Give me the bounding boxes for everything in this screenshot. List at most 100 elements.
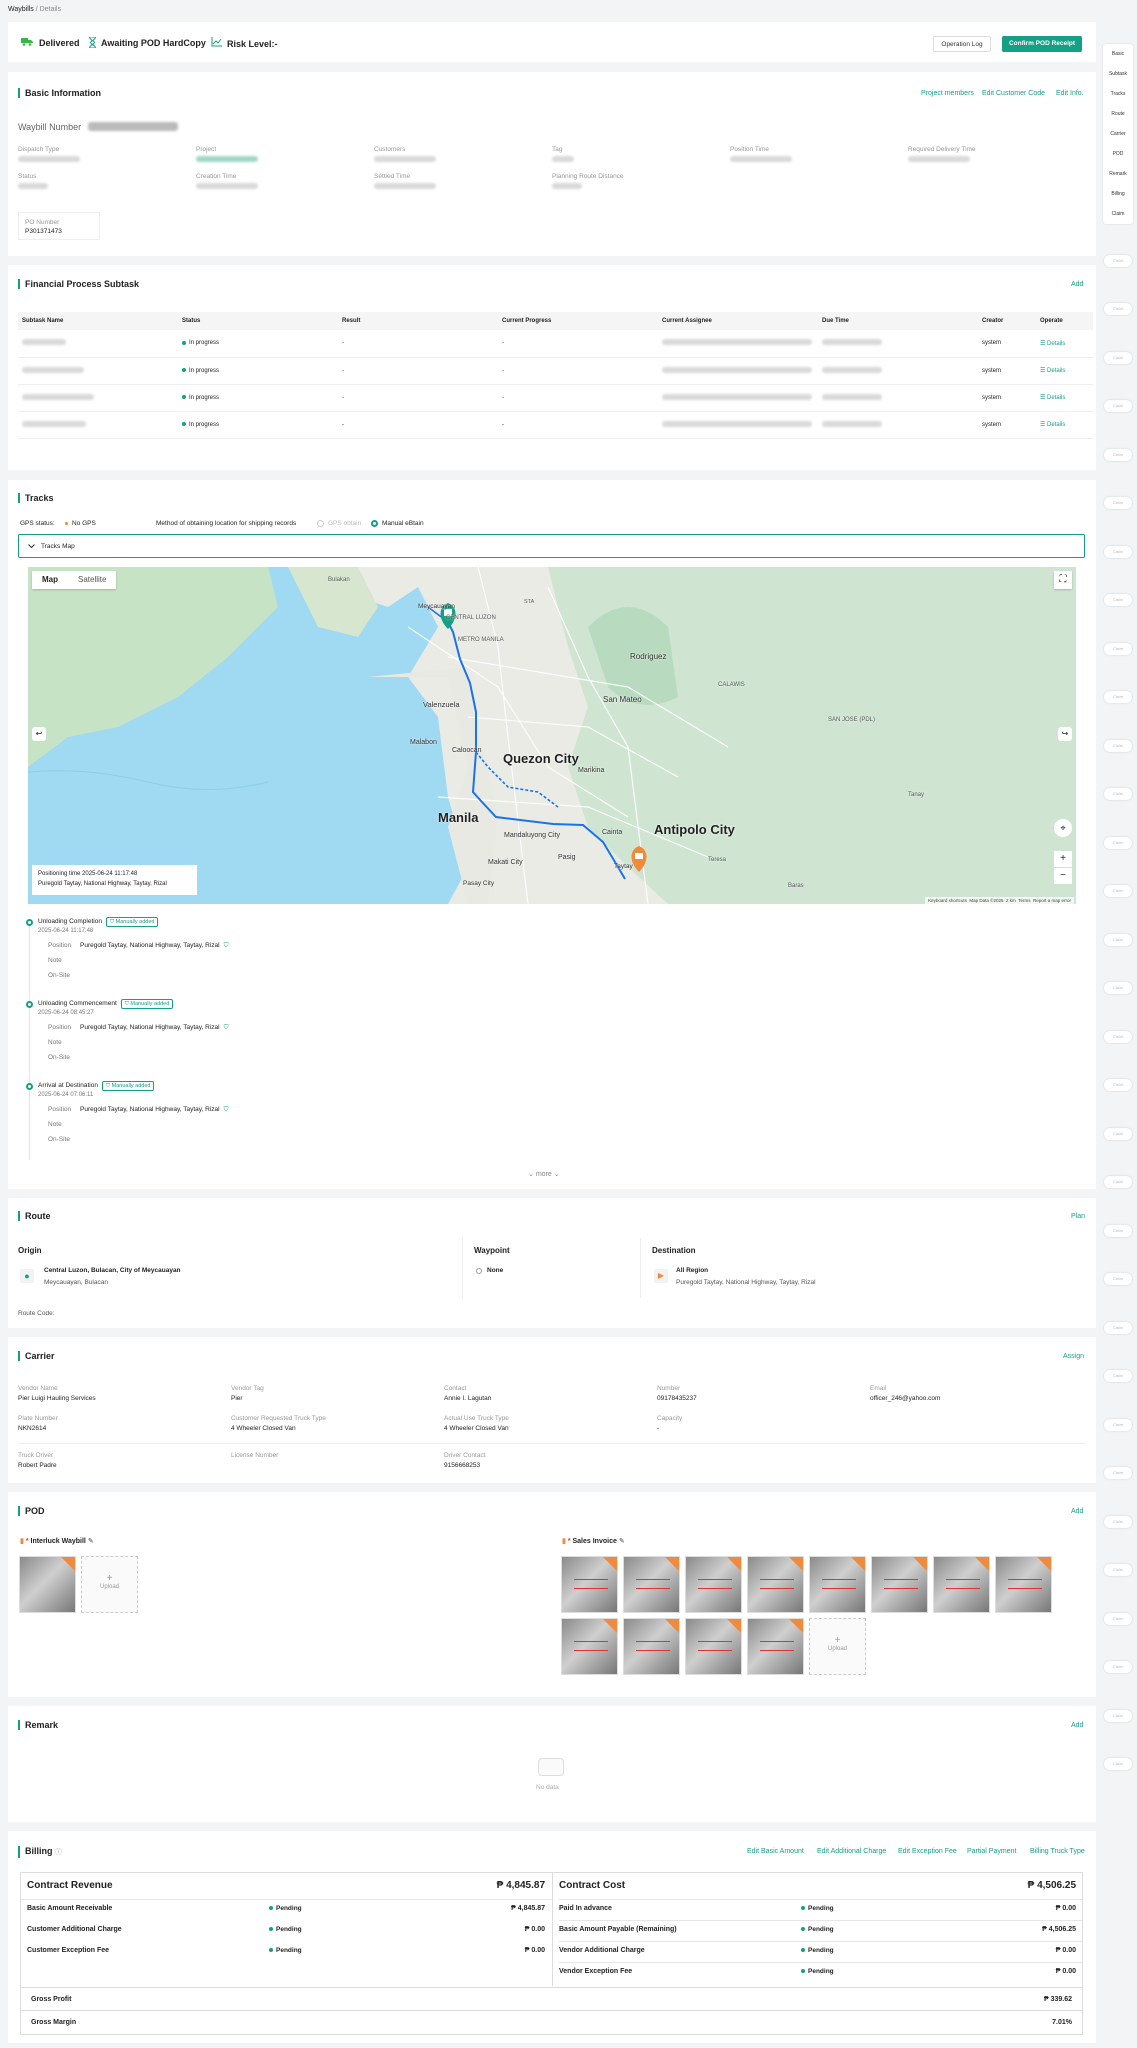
nav-pod[interactable]: POD — [1103, 144, 1133, 164]
claim-pill[interactable]: Claim — [1104, 934, 1132, 946]
edit-exception-fee-link[interactable]: Edit Exception Fee — [898, 1848, 957, 1855]
edit-icon[interactable]: ✎ — [619, 1538, 625, 1545]
claim-pill[interactable]: Claim — [1104, 1467, 1132, 1479]
plan-link[interactable]: Plan — [1071, 1213, 1085, 1220]
details-icon: ☰ — [1040, 422, 1048, 428]
nav-claim[interactable]: Claim — [1103, 204, 1133, 224]
pod-image-thumbnail[interactable] — [623, 1556, 680, 1613]
claim-pill[interactable]: Claim — [1104, 1370, 1132, 1382]
claim-pill[interactable]: Claim — [1104, 497, 1132, 509]
tracks-map-toggle[interactable]: Tracks Map — [18, 534, 1085, 558]
add-subtask-link[interactable]: Add — [1071, 281, 1083, 288]
claim-pill[interactable]: Claim — [1104, 1613, 1132, 1625]
map-arrow-left-icon[interactable]: ↩ — [32, 727, 46, 741]
add-remark-link[interactable]: Add — [1071, 1722, 1083, 1729]
claim-pill[interactable]: Claim — [1104, 643, 1132, 655]
claim-pill[interactable]: Claim — [1104, 449, 1132, 461]
edit-customer-code-link[interactable]: Edit Customer Code — [982, 90, 1045, 97]
billing-truck-type-link[interactable]: Billing Truck Type — [1030, 1848, 1085, 1855]
show-more-button[interactable]: ⌄ more ⌄ — [528, 1170, 560, 1178]
claim-pill[interactable]: Claim — [1104, 982, 1132, 994]
claim-pill[interactable]: Claim — [1104, 1176, 1132, 1188]
zoom-out-button[interactable]: − — [1054, 868, 1072, 884]
details-link[interactable]: ☰ Details — [1036, 357, 1093, 385]
nav-route[interactable]: Route — [1103, 104, 1133, 124]
gps-obtain-radio[interactable] — [317, 520, 324, 527]
claim-pill[interactable]: Claim — [1104, 546, 1132, 558]
claim-pill[interactable]: Claim — [1104, 255, 1132, 267]
edit-info-link[interactable]: Edit Info. — [1056, 90, 1084, 97]
upload-button[interactable]: + Upload — [81, 1556, 138, 1613]
edit-additional-charge-link[interactable]: Edit Additional Charge — [817, 1848, 886, 1855]
details-link[interactable]: ☰ Details — [1036, 384, 1093, 412]
claim-pill[interactable]: Claim — [1104, 788, 1132, 800]
pod-image-thumbnail[interactable] — [561, 1556, 618, 1613]
pod-image-thumbnail[interactable] — [809, 1556, 866, 1613]
status-text: Pending — [808, 1905, 834, 1912]
claim-pill[interactable]: Claim — [1104, 1079, 1132, 1091]
claim-pill[interactable]: Claim — [1104, 837, 1132, 849]
status-text: In progress — [189, 340, 220, 347]
pod-image-thumbnail[interactable] — [747, 1556, 804, 1613]
pod-image-thumbnail[interactable] — [19, 1556, 76, 1613]
details-link[interactable]: ☰ Details — [1036, 411, 1093, 439]
info-icon[interactable]: ⓘ — [55, 1849, 62, 1856]
map-footer-item[interactable]: Terms — [1018, 898, 1030, 903]
pod-image-thumbnail[interactable] — [561, 1618, 618, 1675]
my-location-button[interactable]: ⌖ — [1054, 819, 1072, 837]
pod-image-thumbnail[interactable] — [747, 1618, 804, 1675]
satellite-tab[interactable]: Satellite — [68, 571, 116, 589]
nav-billing[interactable]: Billing — [1103, 184, 1133, 204]
claim-pill[interactable]: Claim — [1104, 740, 1132, 752]
claim-pill[interactable]: Claim — [1104, 1225, 1132, 1237]
claim-pill[interactable]: Claim — [1104, 1758, 1132, 1770]
fullscreen-button[interactable]: ⛶ — [1054, 571, 1072, 589]
claim-pill[interactable]: Claim — [1104, 1031, 1132, 1043]
claim-pill[interactable]: Claim — [1104, 885, 1132, 897]
project-members-link[interactable]: Project members — [921, 90, 974, 97]
claim-pill[interactable]: Claim — [1104, 400, 1132, 412]
claim-pill[interactable]: Claim — [1104, 303, 1132, 315]
waybill-number-label: Waybill Number — [18, 122, 82, 132]
zoom-in-button[interactable]: + — [1054, 851, 1072, 867]
claim-pill[interactable]: Claim — [1104, 352, 1132, 364]
pod-image-thumbnail[interactable] — [995, 1556, 1052, 1613]
nav-subtask[interactable]: Subtask — [1103, 64, 1133, 84]
status-text: Pending — [808, 1926, 834, 1933]
pod-image-thumbnail[interactable] — [685, 1618, 742, 1675]
confirm-pod-receipt-button[interactable]: Confirm POD Receipt — [1002, 36, 1082, 52]
claim-pill[interactable]: Claim — [1104, 1419, 1132, 1431]
map-arrow-right-icon[interactable]: ↪ — [1058, 727, 1072, 741]
claim-pill[interactable]: Claim — [1104, 1128, 1132, 1140]
partial-payment-link[interactable]: Partial Payment — [967, 1848, 1016, 1855]
nav-basic[interactable]: Basic — [1103, 44, 1133, 64]
claim-pill[interactable]: Claim — [1104, 691, 1132, 703]
map-tab[interactable]: Map — [32, 571, 68, 589]
map-footer-item[interactable]: Keyboard shortcuts — [928, 898, 967, 903]
assign-link[interactable]: Assign — [1063, 1353, 1084, 1360]
operation-log-button[interactable]: Operation Log — [933, 36, 991, 52]
claim-pill[interactable]: Claim — [1104, 1273, 1132, 1285]
add-pod-link[interactable]: Add — [1071, 1508, 1083, 1515]
breadcrumb-root[interactable]: Waybills — [8, 6, 34, 13]
edit-basic-amount-link[interactable]: Edit Basic Amount — [747, 1848, 804, 1855]
claim-pill[interactable]: Claim — [1104, 594, 1132, 606]
pod-image-thumbnail[interactable] — [871, 1556, 928, 1613]
pod-image-thumbnail[interactable] — [933, 1556, 990, 1613]
details-link[interactable]: ☰ Details — [1036, 330, 1093, 358]
nav-tracks[interactable]: Tracks — [1103, 84, 1133, 104]
tracks-map[interactable]: Map Satellite ⛶ ↩ ↪ ⌖ + − Manila Quezon Ci… — [28, 567, 1076, 904]
pod-image-thumbnail[interactable] — [623, 1618, 680, 1675]
nav-carrier[interactable]: Carrier — [1103, 124, 1133, 144]
map-footer-item[interactable]: Report a map error — [1033, 898, 1071, 903]
claim-pill[interactable]: Claim — [1104, 1322, 1132, 1334]
claim-pill[interactable]: Claim — [1104, 1710, 1132, 1722]
claim-pill[interactable]: Claim — [1104, 1661, 1132, 1673]
claim-pill[interactable]: Claim — [1104, 1516, 1132, 1528]
edit-icon[interactable]: ✎ — [88, 1538, 94, 1545]
claim-pill[interactable]: Claim — [1104, 1564, 1132, 1576]
manual-obtain-radio[interactable] — [371, 520, 378, 527]
nav-remark[interactable]: Remark — [1103, 164, 1133, 184]
pod-image-thumbnail[interactable] — [685, 1556, 742, 1613]
upload-button[interactable]: + Upload — [809, 1618, 866, 1675]
